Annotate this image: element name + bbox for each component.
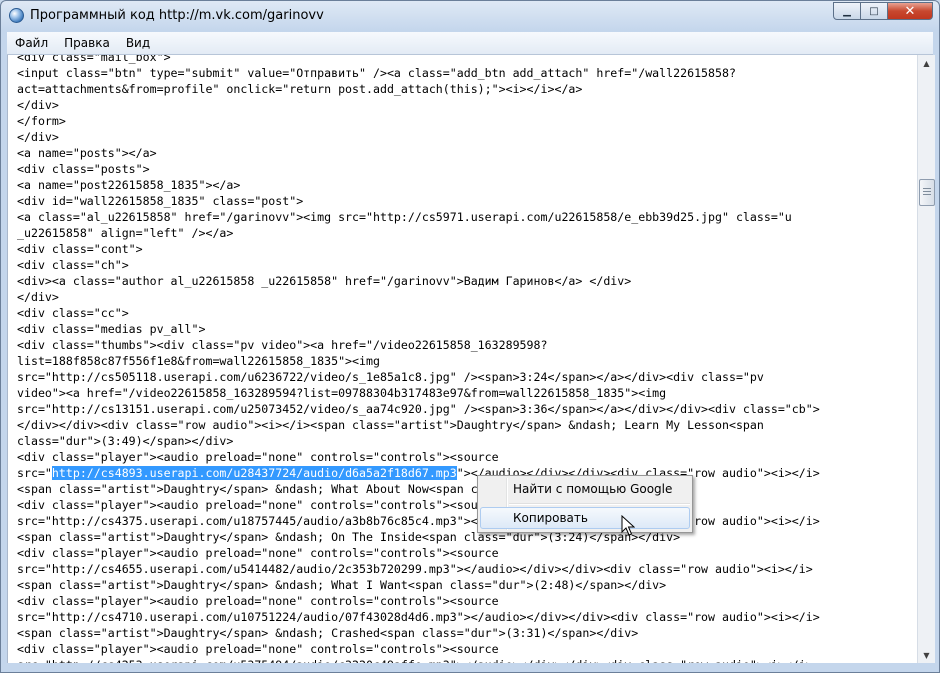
code-sel-prefix: src=" bbox=[17, 466, 52, 480]
context-menu-search-google[interactable]: Найти с помощью Google bbox=[480, 478, 690, 500]
vertical-scrollbar[interactable]: ▲ ▼ bbox=[917, 55, 935, 664]
code-line: src="http://cs4375.userapi.com/u18757445… bbox=[17, 514, 820, 528]
code-line: src="http://cs4710.userapi.com/u10751224… bbox=[17, 610, 820, 624]
code-lines-after: <span class="artist">Daughtry</span> &nd… bbox=[17, 482, 820, 664]
code-line: <a name="post22615858_1835"></a> bbox=[17, 178, 241, 192]
code-line: <input class="btn" type="submit" value="… bbox=[17, 66, 736, 80]
code-lines-before: <div class="mail_box"> <input class="btn… bbox=[17, 55, 820, 464]
code-line: <div class="cc"> bbox=[17, 306, 129, 320]
maximize-button[interactable]: □ bbox=[860, 2, 888, 20]
menu-bar: Файл Правка Вид bbox=[7, 32, 933, 55]
code-line: </div> bbox=[17, 290, 59, 304]
code-line: src="http://cs13151.userapi.com/u2507345… bbox=[17, 402, 820, 416]
scrollbar-thumb[interactable] bbox=[919, 179, 935, 206]
code-line: </div> bbox=[17, 130, 59, 144]
code-line: src="http://cs4655.userapi.com/u5414482/… bbox=[17, 562, 813, 576]
code-line: act=attachments&from=profile" onclick="r… bbox=[17, 82, 583, 96]
menu-file[interactable]: Файл bbox=[7, 32, 56, 54]
code-line: video"><a href="/video22615858_163289594… bbox=[17, 386, 667, 400]
minimize-button[interactable]: ▁ bbox=[833, 2, 861, 20]
close-button[interactable]: ✕ bbox=[887, 2, 933, 20]
window-title: Программный код http://m.vk.com/garinovv bbox=[30, 8, 324, 23]
code-line: <div class="player"><audio preload="none… bbox=[17, 594, 499, 608]
code-line: <a class="al_u22615858" href="/garinovv"… bbox=[17, 210, 792, 224]
close-icon: ✕ bbox=[904, 3, 916, 19]
code-line: <div class="posts"> bbox=[17, 162, 150, 176]
source-code-view[interactable]: <div class="mail_box"> <input class="btn… bbox=[7, 55, 920, 664]
context-menu: Найти с помощью Google Копировать bbox=[477, 475, 693, 533]
scroll-down-arrow-icon[interactable]: ▼ bbox=[918, 647, 935, 664]
code-line: <div class="medias pv_all"> bbox=[17, 322, 206, 336]
title-bar[interactable]: Программный код http://m.vk.com/garinovv… bbox=[1, 1, 939, 31]
code-line: <div class="thumbs"><div class="pv video… bbox=[17, 338, 548, 352]
mouse-pointer-icon bbox=[621, 515, 635, 536]
context-menu-separator bbox=[509, 503, 690, 505]
code-line: </form> bbox=[17, 114, 66, 128]
code-line: <a name="posts"></a> bbox=[17, 146, 157, 160]
menu-view[interactable]: Вид bbox=[118, 32, 158, 54]
context-menu-copy[interactable]: Копировать bbox=[480, 507, 690, 529]
code-line: _u22615858" align="left" /></a> bbox=[17, 226, 234, 240]
caption-buttons: ▁ □ ✕ bbox=[833, 2, 933, 20]
browser-app-icon[interactable] bbox=[9, 8, 24, 23]
maximize-icon: □ bbox=[869, 5, 879, 17]
code-line: <div class="player"><audio preload="none… bbox=[17, 546, 499, 560]
minimize-icon: ▁ bbox=[843, 5, 851, 17]
code-line: list=188f858c87f556f1e8&from=wall2261585… bbox=[17, 354, 380, 368]
code-line: <div class="player"><audio preload="none… bbox=[17, 642, 499, 656]
code-line: </div></div><div class="row audio"><i></… bbox=[17, 418, 764, 432]
code-line: <div class="ch"> bbox=[17, 258, 129, 272]
code-line: <div class="player"><audio preload="none… bbox=[17, 498, 499, 512]
code-line: src="http://cs505118.userapi.com/u623672… bbox=[17, 370, 764, 384]
window-bottom-border bbox=[7, 663, 935, 672]
code-line: <div class="cont"> bbox=[17, 242, 143, 256]
menu-edit[interactable]: Правка bbox=[56, 32, 118, 54]
scroll-up-arrow-icon[interactable]: ▲ bbox=[918, 55, 935, 72]
code-line: <span class="artist">Daughtry</span> &nd… bbox=[17, 626, 639, 640]
code-line: <div class="mail_box"> bbox=[17, 55, 171, 64]
code-line: <div id="wall22615858_1835" class="post"… bbox=[17, 194, 304, 208]
browser-source-window: Программный код http://m.vk.com/garinovv… bbox=[0, 0, 940, 673]
code-line: </div> bbox=[17, 98, 59, 112]
code-line: <div class="player"><audio preload="none… bbox=[17, 450, 499, 464]
code-line: <div><a class="author al_u22615858 _u226… bbox=[17, 274, 632, 288]
code-line: class="dur">(3:49)</span></div> bbox=[17, 434, 234, 448]
code-line: <span class="artist">Daughtry</span> &nd… bbox=[17, 578, 667, 592]
selected-audio-url[interactable]: http://cs4893.userapi.com/u28437724/audi… bbox=[51, 466, 457, 480]
source-code-text[interactable]: <div class="mail_box"> <input class="btn… bbox=[8, 55, 820, 664]
